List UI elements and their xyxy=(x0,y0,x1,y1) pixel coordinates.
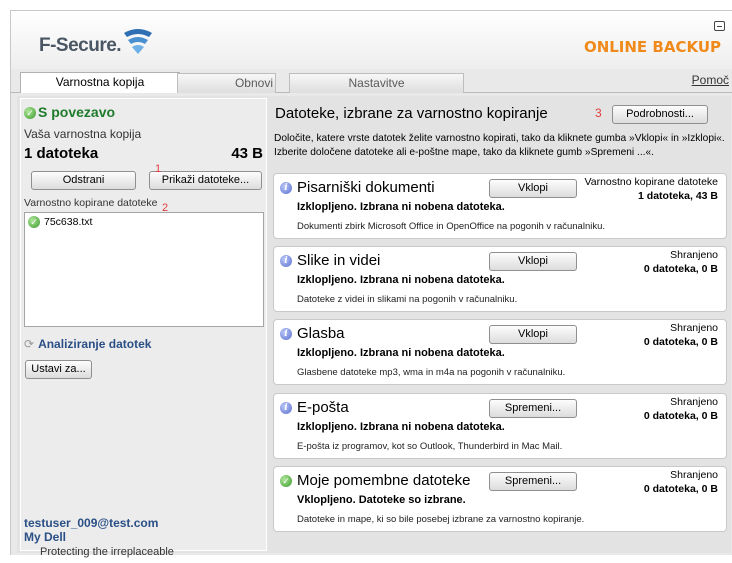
tab-bar: Varnostna kopija Obnovi Nastavitve Pomoč xyxy=(11,69,732,93)
device-name: My Dell xyxy=(24,530,67,544)
right-panel: Datoteke, izbrane za varnostno kopiranje… xyxy=(270,98,731,551)
card-stat-label: Shranjeno xyxy=(670,322,718,334)
card-description: E-pošta iz programov, kot so Outlook, Th… xyxy=(297,441,563,452)
card-status: Vklopljeno. Datoteke so izbrane. xyxy=(297,494,466,506)
show-files-button[interactable]: Prikaži datoteke... xyxy=(149,171,262,190)
card-stat-value: 0 datoteka, 0 B xyxy=(643,483,718,495)
product-title: ONLINE BACKUP xyxy=(583,38,721,56)
backed-up-files-label: Varnostno kopirane datoteke xyxy=(24,197,158,209)
marker-1: 1 xyxy=(155,163,162,175)
card-title: Pisarniški dokumenti xyxy=(297,179,435,196)
change-button[interactable]: Spremeni... xyxy=(489,472,577,491)
analyzing-label: Analiziranje datotek xyxy=(38,337,152,351)
card-stat-label: Shranjeno xyxy=(670,396,718,408)
main-content: ✓ S povezavo Vaša varnostna kopija 1 dat… xyxy=(17,96,731,553)
check-icon: ✓ xyxy=(280,475,292,487)
tab-settings[interactable]: Nastavitve xyxy=(289,73,464,93)
backup-file-count: 1 datoteka xyxy=(24,145,99,162)
section-title: Datoteke, izbrane za varnostno kopiranje xyxy=(275,105,548,122)
card-status: Izklopljeno. Izbrana ni nobena datoteka. xyxy=(297,274,505,286)
category-card-images-videos: i Slike in videi Vklopi Shranjeno 0 dato… xyxy=(273,246,727,312)
enable-button[interactable]: Vklopi xyxy=(489,252,577,271)
card-status: Izklopljeno. Izbrana ni nobena datoteka. xyxy=(297,421,505,433)
enable-button[interactable]: Vklopi xyxy=(489,179,577,198)
file-name: 75c638.txt xyxy=(44,216,93,228)
minimize-button[interactable] xyxy=(714,21,725,31)
check-icon: ✓ xyxy=(24,107,36,119)
tagline: Protecting the irreplaceable xyxy=(40,546,174,558)
app-window: F-Secure. ONLINE BACKUP Varnostna kopija… xyxy=(10,10,732,555)
category-card-music: i Glasba Vklopi Shranjeno 0 datoteka, 0 … xyxy=(273,319,727,385)
enable-button[interactable]: Vklopi xyxy=(489,325,577,344)
category-card-email: i E-pošta Spremeni... Shranjeno 0 datote… xyxy=(273,393,727,459)
info-icon: i xyxy=(280,402,292,414)
category-card-documents: i Pisarniški dokumenti Vklopi Varnostno … xyxy=(273,173,727,239)
pause-for-button[interactable]: Ustavi za... xyxy=(25,360,92,379)
list-item[interactable]: ✓ 75c638.txt xyxy=(28,216,92,228)
card-title: E-pošta xyxy=(297,399,349,416)
analyzing-status: ⟳ Analiziranje datotek xyxy=(24,337,151,351)
card-stat-value: 1 datoteka, 43 B xyxy=(638,190,718,202)
card-status: Izklopljeno. Izbrana ni nobena datoteka. xyxy=(297,201,505,213)
card-stat-value: 0 datoteka, 0 B xyxy=(643,336,718,348)
details-button[interactable]: Podrobnosti... xyxy=(612,105,708,124)
card-stat-label: Shranjeno xyxy=(670,469,718,481)
backup-label: Vaša varnostna kopija xyxy=(24,127,142,141)
category-card-important-files: ✓ Moje pomembne datoteke Spremeni... Shr… xyxy=(273,466,727,532)
card-title: Moje pomembne datoteke xyxy=(297,472,471,489)
backup-file-size: 43 B xyxy=(231,145,263,162)
marker-3: 3 xyxy=(595,106,602,120)
change-button[interactable]: Spremeni... xyxy=(489,399,577,418)
card-description: Datoteke in mape, ki so bile posebej izb… xyxy=(297,514,585,525)
card-description: Glasbene datoteke mp3, wma in m4a na pog… xyxy=(297,367,566,378)
brand-logo: F-Secure. xyxy=(39,35,122,56)
card-description: Dokumenti zbirk Microsoft Office in Open… xyxy=(297,221,606,232)
connection-status: S povezavo xyxy=(38,104,116,120)
info-icon: i xyxy=(280,255,292,267)
card-title: Slike in videi xyxy=(297,252,381,269)
f-secure-logo-icon xyxy=(124,29,152,54)
help-link[interactable]: Pomoč xyxy=(692,73,729,87)
check-icon: ✓ xyxy=(28,216,40,228)
section-description: Določite, katere vrste datotek želite va… xyxy=(274,133,725,158)
info-icon: i xyxy=(280,182,292,194)
remove-button[interactable]: Odstrani xyxy=(31,171,136,190)
card-title: Glasba xyxy=(297,325,345,342)
card-status: Izklopljeno. Izbrana ni nobena datoteka. xyxy=(297,347,505,359)
app-header: F-Secure. ONLINE BACKUP xyxy=(11,11,732,69)
backed-up-files-list[interactable]: ✓ 75c638.txt xyxy=(24,212,264,327)
card-stat-label: Shranjeno xyxy=(670,249,718,261)
card-stat-value: 0 datoteka, 0 B xyxy=(643,410,718,422)
card-stat-label: Varnostno kopirane datoteke xyxy=(584,176,718,188)
card-description: Datoteke z videi in slikami na pogonih v… xyxy=(297,294,518,305)
user-email: testuser_009@test.com xyxy=(24,516,159,530)
refresh-icon: ⟳ xyxy=(24,337,35,351)
tab-backup[interactable]: Varnostna kopija xyxy=(20,72,180,93)
card-stat-value: 0 datoteka, 0 B xyxy=(643,263,718,275)
info-icon: i xyxy=(280,328,292,340)
left-panel: ✓ S povezavo Vaša varnostna kopija 1 dat… xyxy=(20,98,267,551)
tab-restore[interactable]: Obnovi xyxy=(177,73,276,93)
